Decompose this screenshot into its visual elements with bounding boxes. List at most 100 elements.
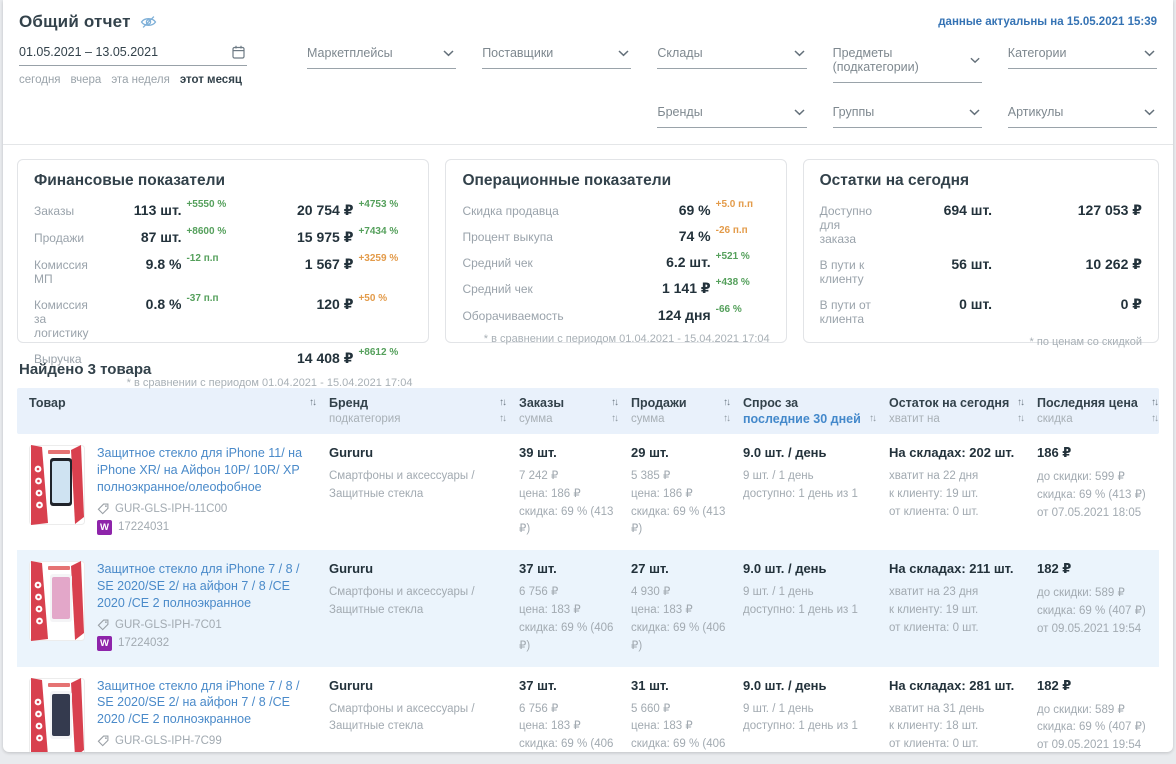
chevron-down-icon (970, 57, 980, 64)
filter-select-groups[interactable]: Группы (833, 103, 982, 128)
metric-change: -37 п.п (186, 293, 240, 304)
metric-change: +8600 % (186, 226, 240, 237)
products-table: Найдено 3 товара Товар↑↓ Бренд↑↓ подкате… (3, 361, 1173, 752)
stock-cell: На складах: 281 шт. хватит на 31 день к … (889, 678, 1037, 753)
select-label: Маркетплейсы (307, 46, 393, 60)
filter-select-warehouses[interactable]: Склады (657, 44, 806, 69)
kpi-cards: Финансовые показатели Заказы 113 шт.+555… (3, 145, 1173, 343)
metric-row: Комиссия МП 9.8 %-12 п.п 1 567 ₽+3259 % (34, 256, 412, 286)
sort-icon[interactable]: ↑↓ (309, 395, 315, 411)
product-cell: Защитное стекло для iPhone 7 / 8 / SE 20… (29, 678, 329, 753)
quick-filter-today[interactable]: сегодня (19, 74, 61, 86)
metric-value: 9.8 % (146, 256, 182, 272)
sort-icon[interactable]: ↑↓ (723, 411, 729, 427)
product-sku: GUR-GLS-IPH-7C01 (115, 619, 222, 631)
chevron-down-icon (1144, 109, 1155, 116)
data-updated-label: данные актуальны на 15.05.2021 15:39 (938, 16, 1157, 28)
quick-filter-this-week[interactable]: эта неделя (111, 74, 170, 86)
metric-row: Процент выкупа 74 %-26 п.п (462, 228, 769, 244)
sort-icon[interactable]: ↑↓ (499, 411, 505, 427)
product-sku: GUR-GLS-IPH-7C99 (115, 735, 222, 747)
metric-label: Процент выкупа (462, 228, 619, 244)
product-link[interactable]: Защитное стекло для iPhone 11/ на iPhone… (97, 445, 315, 496)
brand-cell: Gururu Смартфоны и аксессуары / Защитные… (329, 561, 519, 620)
sort-icon[interactable]: ↑↓ (1017, 411, 1023, 427)
sort-icon[interactable]: ↑↓ (723, 395, 729, 411)
select-label: Склады (657, 46, 702, 60)
product-image[interactable] (29, 561, 85, 641)
product-cell: Защитное стекло для iPhone 7 / 8 / SE 20… (29, 561, 329, 651)
price-note: * по ценам со скидкой (820, 336, 1142, 348)
price-cell: 186 ₽ до скидки: 599 ₽ скидка: 69 % (413… (1037, 445, 1171, 522)
product-image[interactable] (29, 445, 85, 525)
chevron-down-icon (794, 109, 805, 116)
metric-label: Средний чек (462, 280, 619, 296)
demand-period-link[interactable]: последние 30 дней (743, 411, 861, 427)
metric-change: +7434 % (358, 226, 412, 237)
metric-value: 113 шт. (134, 202, 182, 218)
metric-change: +4753 % (358, 199, 412, 210)
filter-select-brands[interactable]: Бренды (657, 103, 806, 128)
metric-label: Комиссия за логистику (34, 296, 88, 340)
product-image[interactable] (29, 678, 85, 753)
filter-select-subjects[interactable]: Предметы (подкатегории) (833, 44, 982, 83)
product-link[interactable]: Защитное стекло для iPhone 7 / 8 / SE 20… (97, 561, 315, 612)
quick-filter-yesterday[interactable]: вчера (71, 74, 102, 86)
metric-value: 10 262 ₽ (1086, 256, 1142, 273)
column-product: Товар↑↓ (29, 395, 329, 427)
filter-select-categories[interactable]: Категории (1008, 44, 1157, 69)
sort-icon[interactable]: ↑↓ (611, 411, 617, 427)
select-label: Категории (1008, 46, 1067, 60)
metric-label: Заказы (34, 202, 88, 218)
metric-value: 694 шт. (944, 202, 992, 218)
comparison-note: * в сравнении с периодом 01.04.2021 - 15… (462, 333, 769, 345)
card-title: Остатки на сегодня (820, 172, 1142, 190)
wildberries-icon: W (97, 636, 112, 651)
metric-value: 56 шт. (951, 256, 992, 272)
sort-icon[interactable]: ↑↓ (1151, 411, 1157, 427)
metric-value: 0 шт. (959, 296, 992, 312)
select-label: Бренды (657, 105, 702, 119)
filter-select-articles[interactable]: Артикулы (1008, 103, 1157, 128)
marketplace-id: 17224031 (118, 521, 169, 533)
filter-select-suppliers[interactable]: Поставщики (482, 44, 631, 69)
select-label: Предметы (подкатегории) (833, 46, 970, 74)
metric-change: -12 п.п (186, 253, 240, 264)
metric-change: +8612 % (358, 347, 412, 358)
metric-row: Доступно для заказа 694 шт. 127 053 ₽ (820, 202, 1142, 246)
metric-value: 6.2 шт. (666, 254, 711, 270)
date-range-input[interactable]: 01.05.2021 – 13.05.2021 (19, 42, 247, 66)
column-orders: Заказы↑↓ сумма↑↓ (519, 395, 631, 427)
metric-value: 15 975 ₽ (297, 229, 353, 246)
metric-label: Доступно для заказа (820, 202, 872, 246)
quick-filter-this-month[interactable]: этот месяц (180, 74, 242, 86)
sort-icon[interactable]: ↑↓ (1151, 395, 1157, 411)
metric-row: Продажи 87 шт.+8600 % 15 975 ₽+7434 % (34, 229, 412, 246)
sales-cell: 29 шт. 5 385 ₽ цена: 186 ₽ скидка: 69 % … (631, 445, 743, 539)
metric-value: 120 ₽ (316, 296, 353, 313)
metric-label: Комиссия МП (34, 256, 88, 286)
sales-cell: 27 шт. 4 930 ₽ цена: 183 ₽ скидка: 69 % … (631, 561, 743, 655)
visibility-off-icon[interactable] (139, 13, 158, 31)
metric-label: Продажи (34, 229, 88, 245)
metric-value: 0 ₽ (1121, 296, 1142, 313)
sort-icon[interactable]: ↑↓ (499, 395, 505, 411)
price-cell: 182 ₽ до скидки: 589 ₽ скидка: 69 % (407… (1037, 678, 1171, 753)
orders-cell: 37 шт. 6 756 ₽ цена: 183 ₽ скидка: 69 % … (519, 561, 631, 655)
brand-cell: Gururu Смартфоны и аксессуары / Защитные… (329, 445, 519, 504)
metric-change: +5550 % (186, 199, 240, 210)
metric-change: -26 п.п (716, 225, 770, 236)
filter-select-marketplaces[interactable]: Маркетплейсы (307, 44, 456, 69)
metric-label: Средний чек (462, 254, 619, 270)
metric-value: 127 053 ₽ (1078, 202, 1142, 219)
metric-row: Комиссия за логистику 0.8 %-37 п.п 120 ₽… (34, 296, 412, 340)
product-link[interactable]: Защитное стекло для iPhone 7 / 8 / SE 20… (97, 678, 315, 729)
sort-icon[interactable]: ↑↓ (1017, 395, 1023, 411)
marketplace-id: 17224032 (118, 637, 169, 649)
metric-row: В пути от клиента 0 шт. 0 ₽ (820, 296, 1142, 326)
select-label: Артикулы (1008, 105, 1064, 119)
sort-icon[interactable]: ↑↓ (869, 411, 875, 427)
column-demand: Спрос за последние 30 дней↑↓ (743, 395, 889, 427)
table-header: Товар↑↓ Бренд↑↓ подкатегория↑↓ Заказы↑↓ … (17, 388, 1159, 434)
sort-icon[interactable]: ↑↓ (611, 395, 617, 411)
